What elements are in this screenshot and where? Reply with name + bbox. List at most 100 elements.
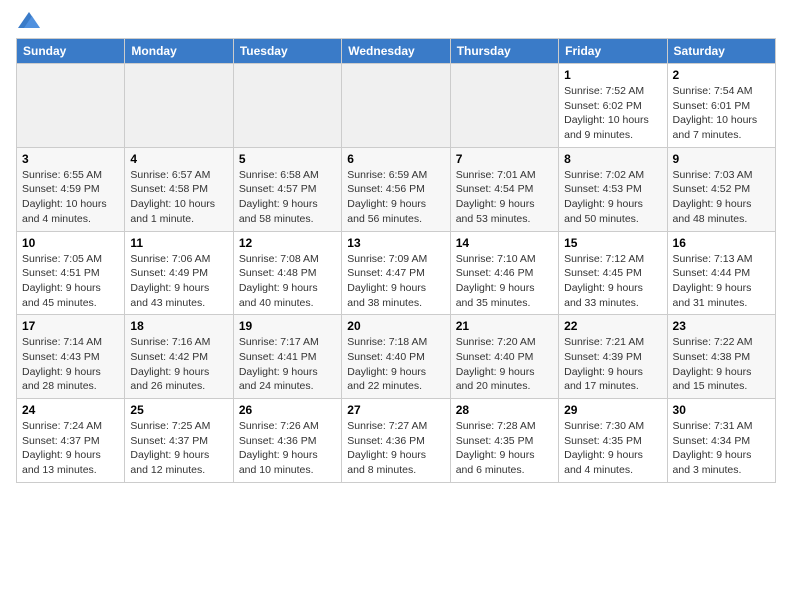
calendar-cell: 30 Sunrise: 7:31 AM Sunset: 4:34 PM Dayli… (667, 399, 775, 483)
day-number: 1 (564, 68, 661, 82)
day-info: Sunrise: 7:27 AM Sunset: 4:36 PM Dayligh… (347, 419, 444, 478)
day-info: Sunrise: 7:16 AM Sunset: 4:42 PM Dayligh… (130, 335, 227, 394)
day-info: Sunrise: 7:28 AM Sunset: 4:35 PM Dayligh… (456, 419, 553, 478)
day-number: 18 (130, 319, 227, 333)
calendar-cell: 11 Sunrise: 7:06 AM Sunset: 4:49 PM Dayli… (125, 231, 233, 315)
day-number: 13 (347, 236, 444, 250)
calendar-cell: 1 Sunrise: 7:52 AM Sunset: 6:02 PM Daylig… (559, 64, 667, 148)
day-info: Sunrise: 7:06 AM Sunset: 4:49 PM Dayligh… (130, 252, 227, 311)
weekday-header: Sunday (17, 39, 125, 64)
day-number: 4 (130, 152, 227, 166)
day-number: 16 (673, 236, 770, 250)
calendar-cell: 15Sunrise: 7:12 AM Sunset: 4:45 PM Dayli… (559, 231, 667, 315)
day-number: 10 (22, 236, 119, 250)
weekday-header: Saturday (667, 39, 775, 64)
day-info: Sunrise: 7:02 AM Sunset: 4:53 PM Dayligh… (564, 168, 661, 227)
calendar-week-row: 10 Sunrise: 7:05 AM Sunset: 4:51 PM Dayli… (17, 231, 776, 315)
calendar-cell (233, 64, 341, 148)
calendar-cell (342, 64, 450, 148)
calendar-cell: 5 Sunrise: 6:58 AM Sunset: 4:57 PM Daylig… (233, 147, 341, 231)
day-info: Sunrise: 7:52 AM Sunset: 6:02 PM Dayligh… (564, 84, 661, 143)
day-number: 3 (22, 152, 119, 166)
calendar-cell: 12Sunrise: 7:08 AM Sunset: 4:48 PM Dayli… (233, 231, 341, 315)
calendar-cell: 26 Sunrise: 7:26 AM Sunset: 4:36 PM Dayli… (233, 399, 341, 483)
day-info: Sunrise: 7:03 AM Sunset: 4:52 PM Dayligh… (673, 168, 770, 227)
day-info: Sunrise: 7:21 AM Sunset: 4:39 PM Dayligh… (564, 335, 661, 394)
day-info: Sunrise: 7:17 AM Sunset: 4:41 PM Dayligh… (239, 335, 336, 394)
day-info: Sunrise: 7:05 AM Sunset: 4:51 PM Dayligh… (22, 252, 119, 311)
day-info: Sunrise: 7:10 AM Sunset: 4:46 PM Dayligh… (456, 252, 553, 311)
calendar-cell (450, 64, 558, 148)
day-info: Sunrise: 7:24 AM Sunset: 4:37 PM Dayligh… (22, 419, 119, 478)
day-number: 12 (239, 236, 336, 250)
day-info: Sunrise: 7:54 AM Sunset: 6:01 PM Dayligh… (673, 84, 770, 143)
calendar-week-row: 24 Sunrise: 7:24 AM Sunset: 4:37 PM Dayli… (17, 399, 776, 483)
calendar-week-row: 17 Sunrise: 7:14 AM Sunset: 4:43 PM Dayli… (17, 315, 776, 399)
day-info: Sunrise: 7:30 AM Sunset: 4:35 PM Dayligh… (564, 419, 661, 478)
day-number: 28 (456, 403, 553, 417)
day-info: Sunrise: 7:31 AM Sunset: 4:34 PM Dayligh… (673, 419, 770, 478)
day-info: Sunrise: 7:22 AM Sunset: 4:38 PM Dayligh… (673, 335, 770, 394)
calendar-cell: 20 Sunrise: 7:18 AM Sunset: 4:40 PM Dayli… (342, 315, 450, 399)
day-number: 25 (130, 403, 227, 417)
calendar-week-row: 3 Sunrise: 6:55 AM Sunset: 4:59 PM Daylig… (17, 147, 776, 231)
calendar-cell: 21Sunrise: 7:20 AM Sunset: 4:40 PM Dayli… (450, 315, 558, 399)
logo-icon (18, 12, 40, 28)
calendar-cell: 23 Sunrise: 7:22 AM Sunset: 4:38 PM Dayli… (667, 315, 775, 399)
day-info: Sunrise: 7:18 AM Sunset: 4:40 PM Dayligh… (347, 335, 444, 394)
day-info: Sunrise: 6:55 AM Sunset: 4:59 PM Dayligh… (22, 168, 119, 227)
calendar-cell: 22 Sunrise: 7:21 AM Sunset: 4:39 PM Dayli… (559, 315, 667, 399)
calendar-cell: 10 Sunrise: 7:05 AM Sunset: 4:51 PM Dayli… (17, 231, 125, 315)
day-number: 14 (456, 236, 553, 250)
calendar-cell (125, 64, 233, 148)
day-number: 19 (239, 319, 336, 333)
day-number: 11 (130, 236, 227, 250)
day-info: Sunrise: 7:01 AM Sunset: 4:54 PM Dayligh… (456, 168, 553, 227)
day-number: 2 (673, 68, 770, 82)
weekday-header: Wednesday (342, 39, 450, 64)
calendar-cell: 16 Sunrise: 7:13 AM Sunset: 4:44 PM Dayli… (667, 231, 775, 315)
day-number: 22 (564, 319, 661, 333)
calendar-header-row: SundayMondayTuesdayWednesdayThursdayFrid… (17, 39, 776, 64)
calendar-cell: 17 Sunrise: 7:14 AM Sunset: 4:43 PM Dayli… (17, 315, 125, 399)
day-number: 21 (456, 319, 553, 333)
calendar-cell: 2 Sunrise: 7:54 AM Sunset: 6:01 PM Daylig… (667, 64, 775, 148)
weekday-header: Thursday (450, 39, 558, 64)
day-info: Sunrise: 6:57 AM Sunset: 4:58 PM Dayligh… (130, 168, 227, 227)
day-info: Sunrise: 6:58 AM Sunset: 4:57 PM Dayligh… (239, 168, 336, 227)
day-info: Sunrise: 6:59 AM Sunset: 4:56 PM Dayligh… (347, 168, 444, 227)
day-info: Sunrise: 7:12 AM Sunset: 4:45 PM Dayligh… (564, 252, 661, 311)
day-number: 26 (239, 403, 336, 417)
day-number: 27 (347, 403, 444, 417)
page-header (16, 16, 776, 28)
day-info: Sunrise: 7:13 AM Sunset: 4:44 PM Dayligh… (673, 252, 770, 311)
day-number: 7 (456, 152, 553, 166)
calendar-cell: 19 Sunrise: 7:17 AM Sunset: 4:41 PM Dayli… (233, 315, 341, 399)
calendar-cell: 25Sunrise: 7:25 AM Sunset: 4:37 PM Dayli… (125, 399, 233, 483)
calendar-cell: 7 Sunrise: 7:01 AM Sunset: 4:54 PM Daylig… (450, 147, 558, 231)
day-number: 5 (239, 152, 336, 166)
calendar-table: SundayMondayTuesdayWednesdayThursdayFrid… (16, 38, 776, 483)
calendar-cell (17, 64, 125, 148)
day-number: 30 (673, 403, 770, 417)
day-info: Sunrise: 7:09 AM Sunset: 4:47 PM Dayligh… (347, 252, 444, 311)
calendar-week-row: 1 Sunrise: 7:52 AM Sunset: 6:02 PM Daylig… (17, 64, 776, 148)
weekday-header: Tuesday (233, 39, 341, 64)
day-number: 6 (347, 152, 444, 166)
day-info: Sunrise: 7:14 AM Sunset: 4:43 PM Dayligh… (22, 335, 119, 394)
weekday-header: Monday (125, 39, 233, 64)
calendar-cell: 4 Sunrise: 6:57 AM Sunset: 4:58 PM Daylig… (125, 147, 233, 231)
calendar-body: 1 Sunrise: 7:52 AM Sunset: 6:02 PM Daylig… (17, 64, 776, 483)
day-info: Sunrise: 7:26 AM Sunset: 4:36 PM Dayligh… (239, 419, 336, 478)
day-number: 23 (673, 319, 770, 333)
day-number: 24 (22, 403, 119, 417)
calendar-cell: 9 Sunrise: 7:03 AM Sunset: 4:52 PM Daylig… (667, 147, 775, 231)
day-number: 9 (673, 152, 770, 166)
day-number: 20 (347, 319, 444, 333)
calendar-cell: 13 Sunrise: 7:09 AM Sunset: 4:47 PM Dayli… (342, 231, 450, 315)
calendar-cell: 29Sunrise: 7:30 AM Sunset: 4:35 PM Dayli… (559, 399, 667, 483)
calendar-cell: 27 Sunrise: 7:27 AM Sunset: 4:36 PM Dayli… (342, 399, 450, 483)
day-number: 17 (22, 319, 119, 333)
day-number: 8 (564, 152, 661, 166)
calendar-cell: 14 Sunrise: 7:10 AM Sunset: 4:46 PM Dayli… (450, 231, 558, 315)
